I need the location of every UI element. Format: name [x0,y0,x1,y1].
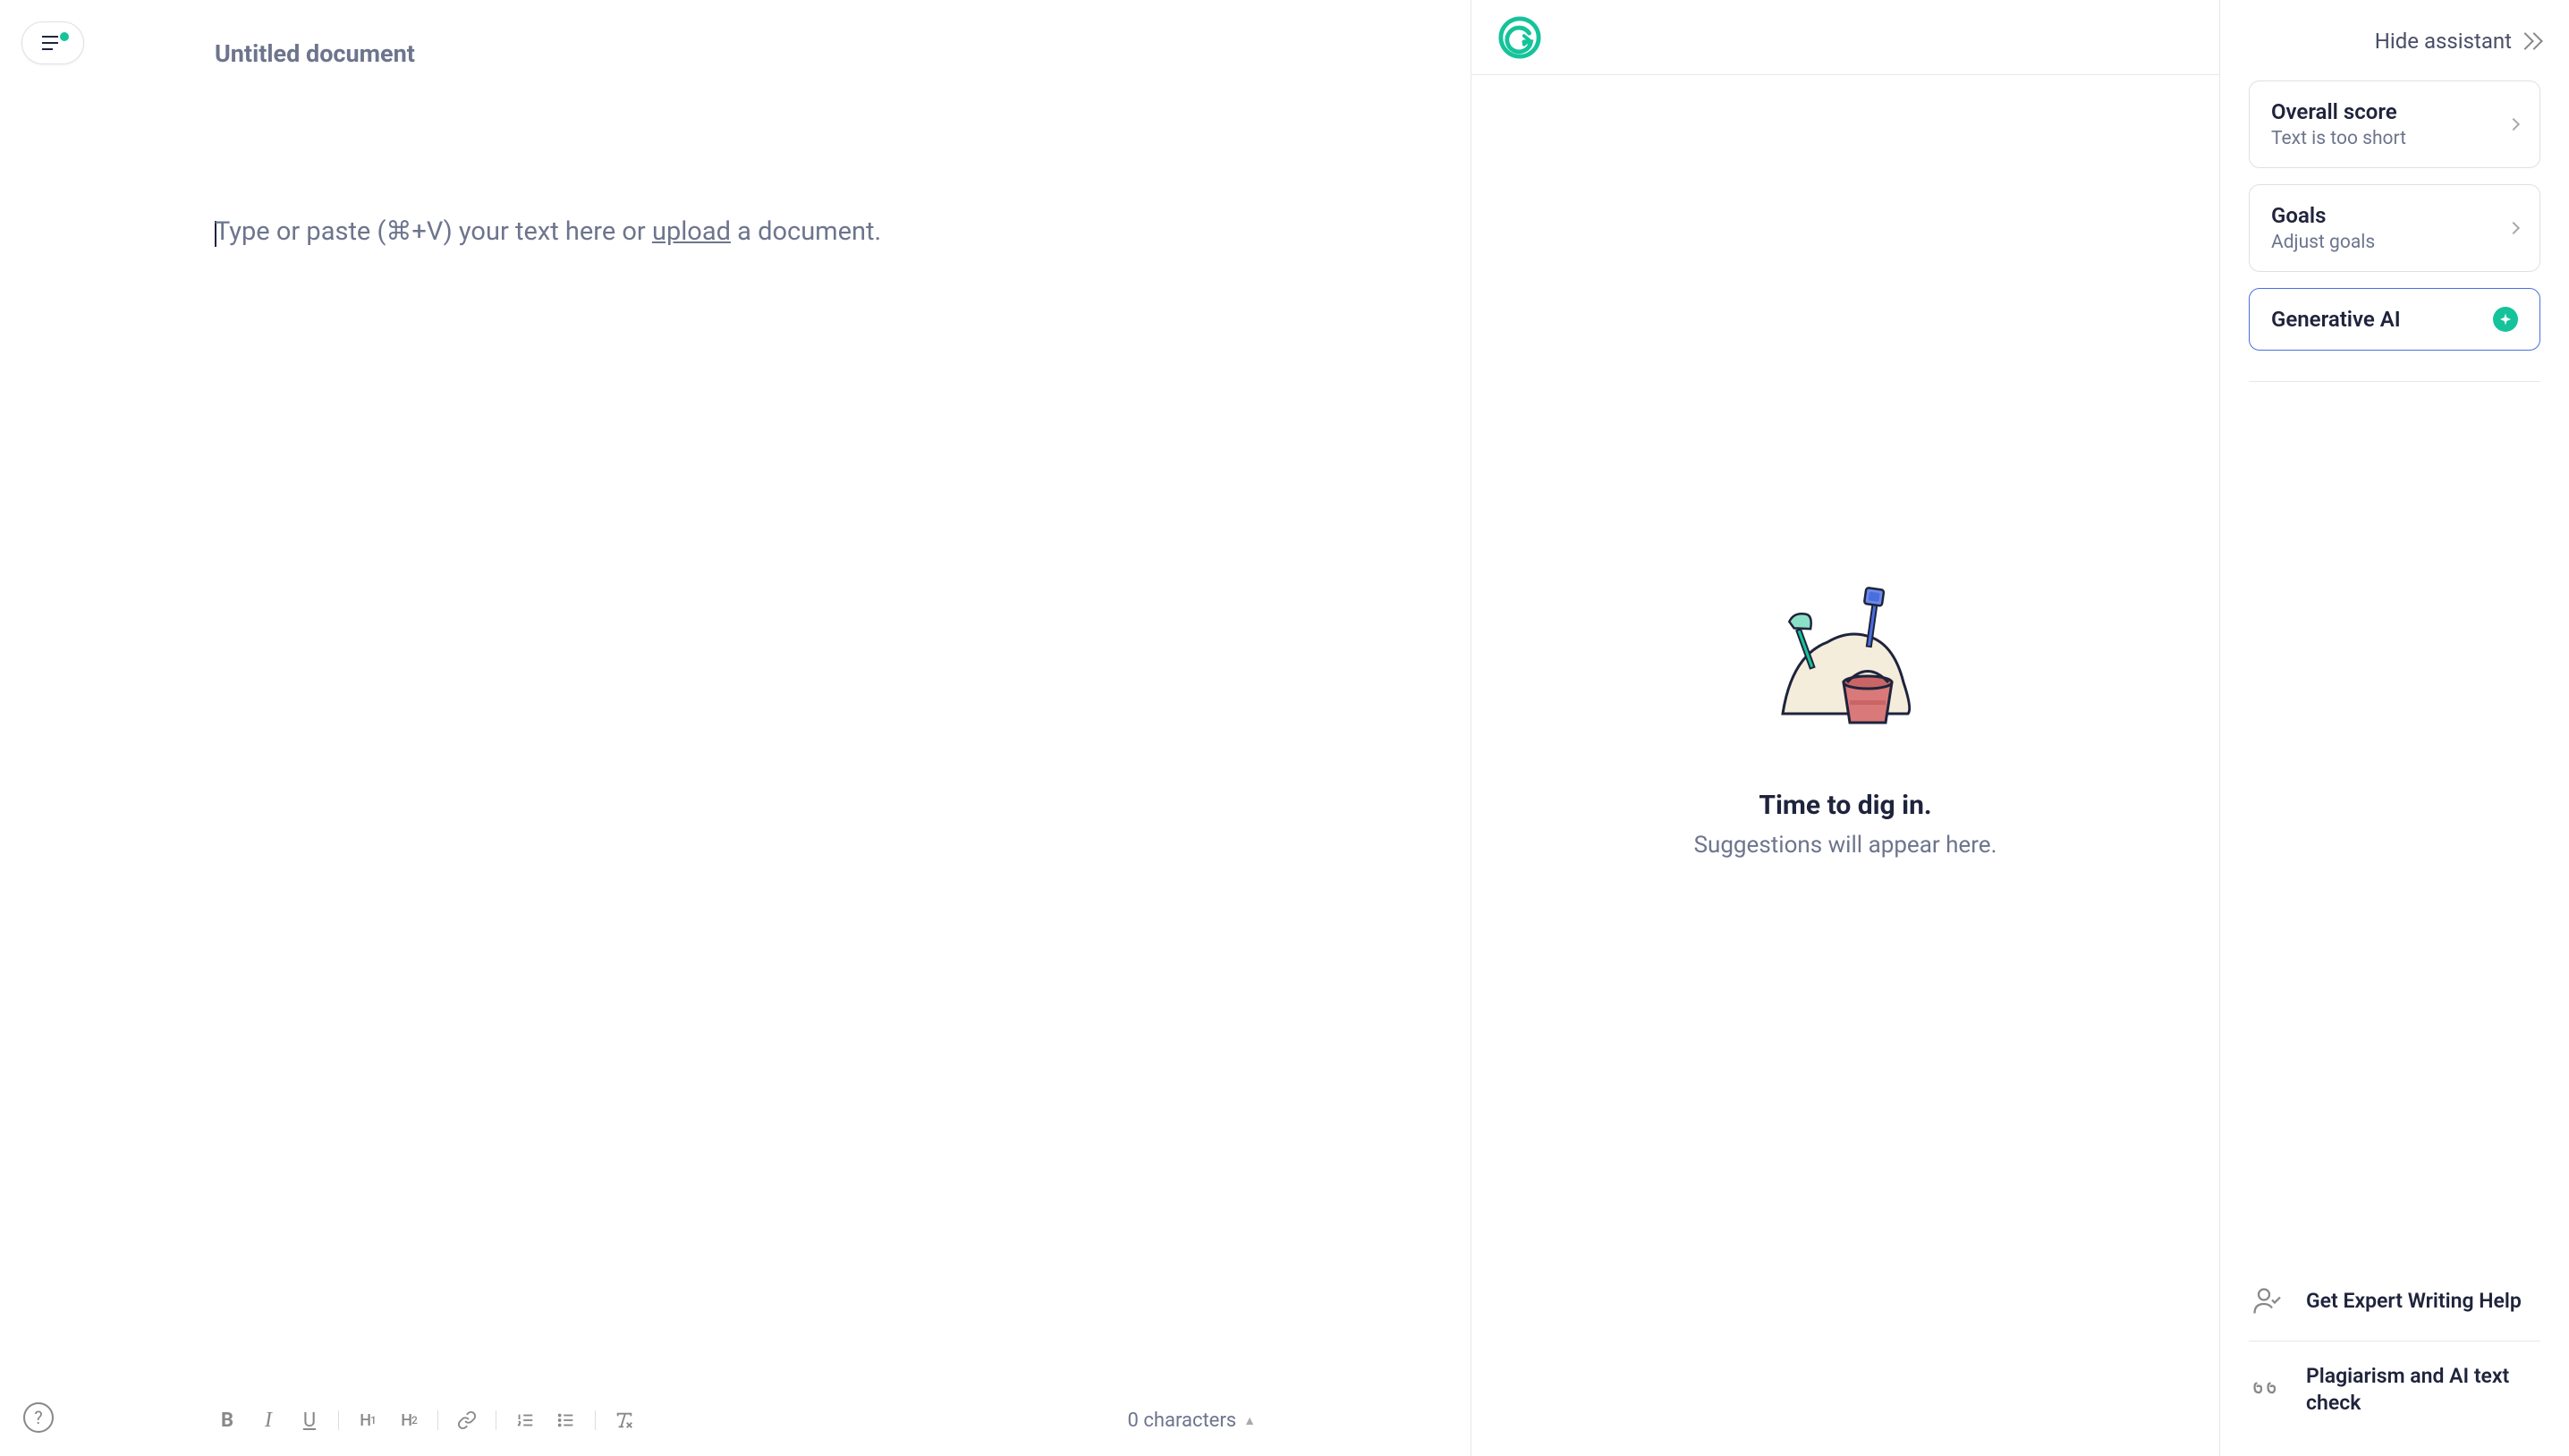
right-sidebar: Hide assistant Overall score Text is too… [2220,0,2569,1456]
suggestions-panel: Time to dig in. Suggestions will appear … [1471,0,2220,1456]
editor-content[interactable]: Type or paste (⌘+V) your text here or up… [215,211,1399,252]
character-count[interactable]: 0 characters ▲ [1128,1409,1256,1432]
chevron-right-icon [2507,118,2520,131]
placeholder-text-pre: Type or paste (⌘+V) your text here or [215,216,652,247]
grammarly-logo-icon [1498,16,1541,59]
clear-format-button[interactable] [612,1408,637,1433]
unordered-list-icon [556,1410,576,1430]
overall-score-card[interactable]: Overall score Text is too short [2249,80,2540,168]
toolbar-divider [437,1410,438,1430]
bold-button[interactable]: B [215,1408,240,1433]
italic-button[interactable]: I [256,1408,281,1433]
card-title: Generative AI [2271,307,2401,332]
hide-assistant-label: Hide assistant [2375,29,2512,54]
unordered-list-button[interactable] [554,1408,579,1433]
card-subtitle: Adjust goals [2271,232,2375,253]
document-title[interactable]: Untitled document [215,39,1399,68]
plagiarism-button[interactable]: Plagiarism and AI text check [2249,1341,2540,1438]
sandcastle-illustration [1765,566,1926,745]
suggestions-header [1471,0,2219,75]
link-button[interactable] [454,1408,479,1433]
goals-card[interactable]: Goals Adjust goals [2249,184,2540,272]
format-toolbar: B I U H1 H2 [0,1384,1471,1456]
generative-ai-card[interactable]: Generative AI [2249,288,2540,351]
character-count-label: 0 characters [1128,1409,1237,1432]
empty-state-title: Time to dig in. [1759,790,1931,821]
chevron-right-icon [2507,222,2520,234]
expert-help-label: Get Expert Writing Help [2306,1288,2522,1315]
placeholder-text-post: a document. [731,216,881,247]
card-title: Overall score [2271,99,2406,124]
expert-help-button[interactable]: Get Expert Writing Help [2249,1262,2540,1341]
card-title: Goals [2271,203,2375,228]
plagiarism-label: Plagiarism and AI text check [2306,1363,2540,1417]
card-subtitle: Text is too short [2271,128,2406,149]
double-chevron-right-icon [2519,35,2540,47]
underline-button[interactable]: U [297,1408,322,1433]
quote-icon [2249,1372,2285,1408]
chevron-up-icon: ▲ [1243,1413,1256,1428]
toolbar-divider [595,1410,596,1430]
ordered-list-icon [515,1410,535,1430]
heading1-button[interactable]: H1 [355,1408,380,1433]
hide-assistant-button[interactable]: Hide assistant [2249,18,2540,80]
link-icon [457,1410,477,1430]
upload-link[interactable]: upload [652,216,731,247]
clear-format-icon [615,1410,634,1430]
toolbar-divider [338,1410,339,1430]
expert-icon [2249,1283,2285,1319]
suggestions-empty-state: Time to dig in. Suggestions will appear … [1471,75,2219,1456]
heading2-button[interactable]: H2 [396,1408,421,1433]
sidebar-divider [2249,381,2540,382]
empty-state-subtitle: Suggestions will appear here. [1694,832,1997,859]
editor-area: Untitled document Type or paste (⌘+V) yo… [0,0,1471,1456]
generative-ai-icon [2493,307,2518,332]
ordered-list-button[interactable] [513,1408,538,1433]
